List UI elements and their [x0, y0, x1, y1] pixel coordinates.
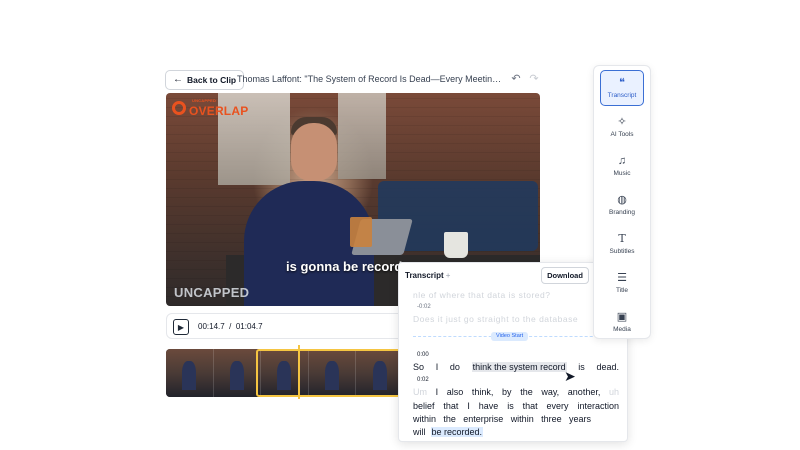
tool-label: Subtitles [609, 248, 635, 255]
align-lines-icon: ☰ [617, 272, 627, 284]
transcript-word[interactable]: Um [413, 387, 427, 397]
video-start-marker: Video Start [491, 332, 529, 341]
transcript-line[interactable]: Um I also think, by the way, another, uh [413, 387, 619, 397]
back-button-label: Back to Clip [187, 75, 237, 85]
brand-logo: UNCAPPED OVERLAP [172, 98, 256, 118]
magic-wand-icon: ✧ [617, 116, 627, 128]
transcript-word[interactable]: years [569, 414, 591, 424]
tool-subtitles[interactable]: T Subtitles [600, 226, 644, 262]
brand-logo-mark [172, 101, 186, 115]
transcript-faded-line: Does it just go straight to the database [413, 314, 579, 324]
transcript-word[interactable]: dead. [596, 362, 619, 372]
undo-icon[interactable]: ↶ [508, 71, 524, 87]
transcript-word[interactable]: that [443, 401, 458, 411]
transcript-line[interactable]: So I do think the system record is dead. [413, 362, 619, 372]
transcript-word[interactable]: another, [568, 387, 601, 397]
transcript-word[interactable]: So [413, 362, 424, 372]
transcript-word[interactable]: I [436, 362, 439, 372]
tool-media[interactable]: ▣ Media [600, 304, 644, 340]
redo-icon[interactable]: ↷ [526, 71, 542, 87]
mouse-cursor-icon: ➤ [564, 368, 576, 384]
transcript-word[interactable]: that [523, 401, 538, 411]
brand-logo-text: OVERLAP [189, 103, 249, 118]
total-time: 01:04.7 [235, 322, 263, 331]
transcript-highlight-current[interactable]: be recorded. [430, 427, 484, 437]
quote-icon: ❝ [619, 77, 625, 89]
transcript-word[interactable]: way, [541, 387, 559, 397]
tool-ai-tools[interactable]: ✧ AI Tools [600, 109, 644, 145]
transcript-word[interactable]: I [436, 387, 439, 397]
brand-logo-small: UNCAPPED [192, 98, 217, 103]
tool-branding[interactable]: ◍ Branding [600, 187, 644, 223]
transcript-line[interactable]: will be recorded. [413, 427, 484, 437]
timeline-frame [166, 349, 214, 397]
transcript-word[interactable]: do [450, 362, 460, 372]
tool-title[interactable]: ☰ Title [600, 265, 644, 301]
transcript-word[interactable]: uh [609, 387, 619, 397]
tool-sidebar: ❝ Transcript ✧ AI Tools ♫ Music ◍ Brandi… [593, 65, 651, 339]
video-caption: is gonna be record [286, 259, 403, 274]
transcript-word[interactable]: is [507, 401, 514, 411]
music-note-icon: ♫ [617, 155, 627, 167]
timeline-playhead[interactable] [298, 345, 300, 399]
clip-title: Thomas Laffont: "The System of Record Is… [237, 74, 505, 84]
play-icon: ▶ [177, 322, 185, 332]
tool-label: Media [613, 326, 631, 333]
palette-icon: ◍ [617, 194, 627, 206]
tool-label: AI Tools [610, 131, 634, 138]
transcript-word[interactable]: within [511, 414, 534, 424]
transcript-word[interactable]: think, [472, 387, 494, 397]
image-icon: ▣ [616, 311, 628, 323]
current-time: 00:14.7 [198, 322, 225, 331]
transcript-highlight[interactable]: think the system record [471, 362, 567, 372]
transcript-word[interactable]: within [413, 414, 436, 424]
transcript-word[interactable]: have [479, 401, 499, 411]
transcript-faded-line: nle of where that data is stored? [413, 290, 551, 300]
transcript-title-text: Transcript [405, 271, 444, 280]
transcript-word[interactable]: belief [413, 401, 435, 411]
download-button[interactable]: Download [541, 267, 589, 284]
play-button[interactable]: ▶ [173, 319, 189, 335]
editor-topbar: ← Back to Clip Thomas Laffont: "The Syst… [158, 62, 546, 92]
transcript-title: Transcript + [405, 271, 450, 280]
tool-music[interactable]: ♫ Music [600, 148, 644, 184]
transcript-word[interactable]: three [541, 414, 562, 424]
timestamp: 0:02 [417, 377, 429, 383]
brand-watermark: UNCAPPED [174, 285, 250, 300]
timeline-selection[interactable] [256, 349, 404, 397]
transcript-word[interactable]: I [467, 401, 470, 411]
text-t-icon: T [618, 232, 626, 245]
transcript-line[interactable]: belief that I have is that every interac… [413, 401, 619, 411]
tool-label: Branding [608, 209, 636, 216]
tool-label: Title [615, 287, 629, 294]
transcript-word[interactable]: every [547, 401, 569, 411]
transcript-word[interactable]: interaction [577, 401, 619, 411]
plus-icon[interactable]: + [446, 271, 451, 280]
arrow-left-icon: ← [173, 74, 183, 85]
transcript-word[interactable]: also [447, 387, 464, 397]
transcript-word[interactable]: the [520, 387, 533, 397]
transcript-word[interactable]: by [502, 387, 512, 397]
playback-time: 00:14.7 / 01:04.7 [198, 322, 263, 331]
timestamp: -0:02 [417, 304, 431, 310]
timeline-frame [213, 349, 262, 397]
back-to-clip-button[interactable]: ← Back to Clip [165, 70, 245, 90]
timestamp: 0:00 [417, 352, 429, 358]
transcript-word[interactable]: is [578, 362, 585, 372]
tool-label: Music [613, 170, 631, 177]
tool-label: Transcript [607, 92, 637, 99]
transcript-word[interactable]: enterprise [463, 414, 503, 424]
time-separator: / [229, 322, 232, 331]
transcript-line[interactable]: within the enterprise within three years [413, 414, 591, 424]
transcript-word[interactable]: will [413, 427, 426, 437]
tool-transcript[interactable]: ❝ Transcript [600, 70, 644, 106]
transcript-word[interactable]: the [443, 414, 456, 424]
